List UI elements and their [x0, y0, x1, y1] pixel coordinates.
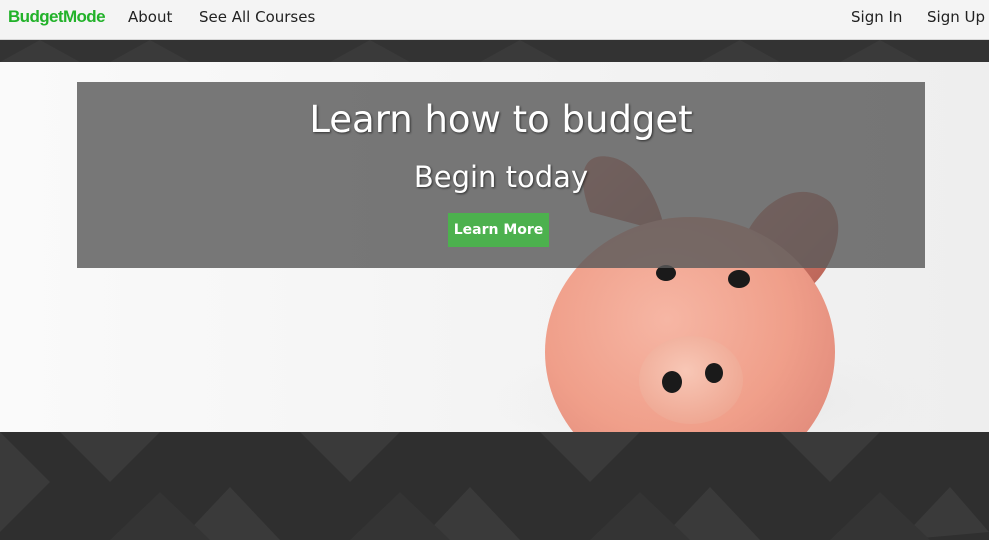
nav-link-sign-up[interactable]: Sign Up: [927, 8, 985, 26]
triangle-pattern: [0, 40, 920, 62]
navbar: BudgetMode About See All Courses Sign In…: [0, 0, 989, 40]
footer-pattern-band: [0, 432, 989, 540]
triangle-pattern-footer: [0, 432, 989, 540]
header-pattern-band: [0, 40, 989, 62]
nav-link-about[interactable]: About: [128, 8, 172, 26]
brand-logo[interactable]: BudgetMode: [8, 7, 106, 27]
nav-link-sign-in[interactable]: Sign In: [851, 8, 902, 26]
hero-overlay: Learn how to budget Begin today Learn Mo…: [77, 82, 925, 268]
learn-more-button[interactable]: Learn More: [448, 213, 549, 247]
hero-title: Learn how to budget: [309, 98, 693, 141]
nav-link-see-all-courses[interactable]: See All Courses: [199, 8, 315, 26]
hero-section: Learn how to budget Begin today Learn Mo…: [0, 62, 989, 432]
hero-subtitle: Begin today: [413, 160, 589, 194]
